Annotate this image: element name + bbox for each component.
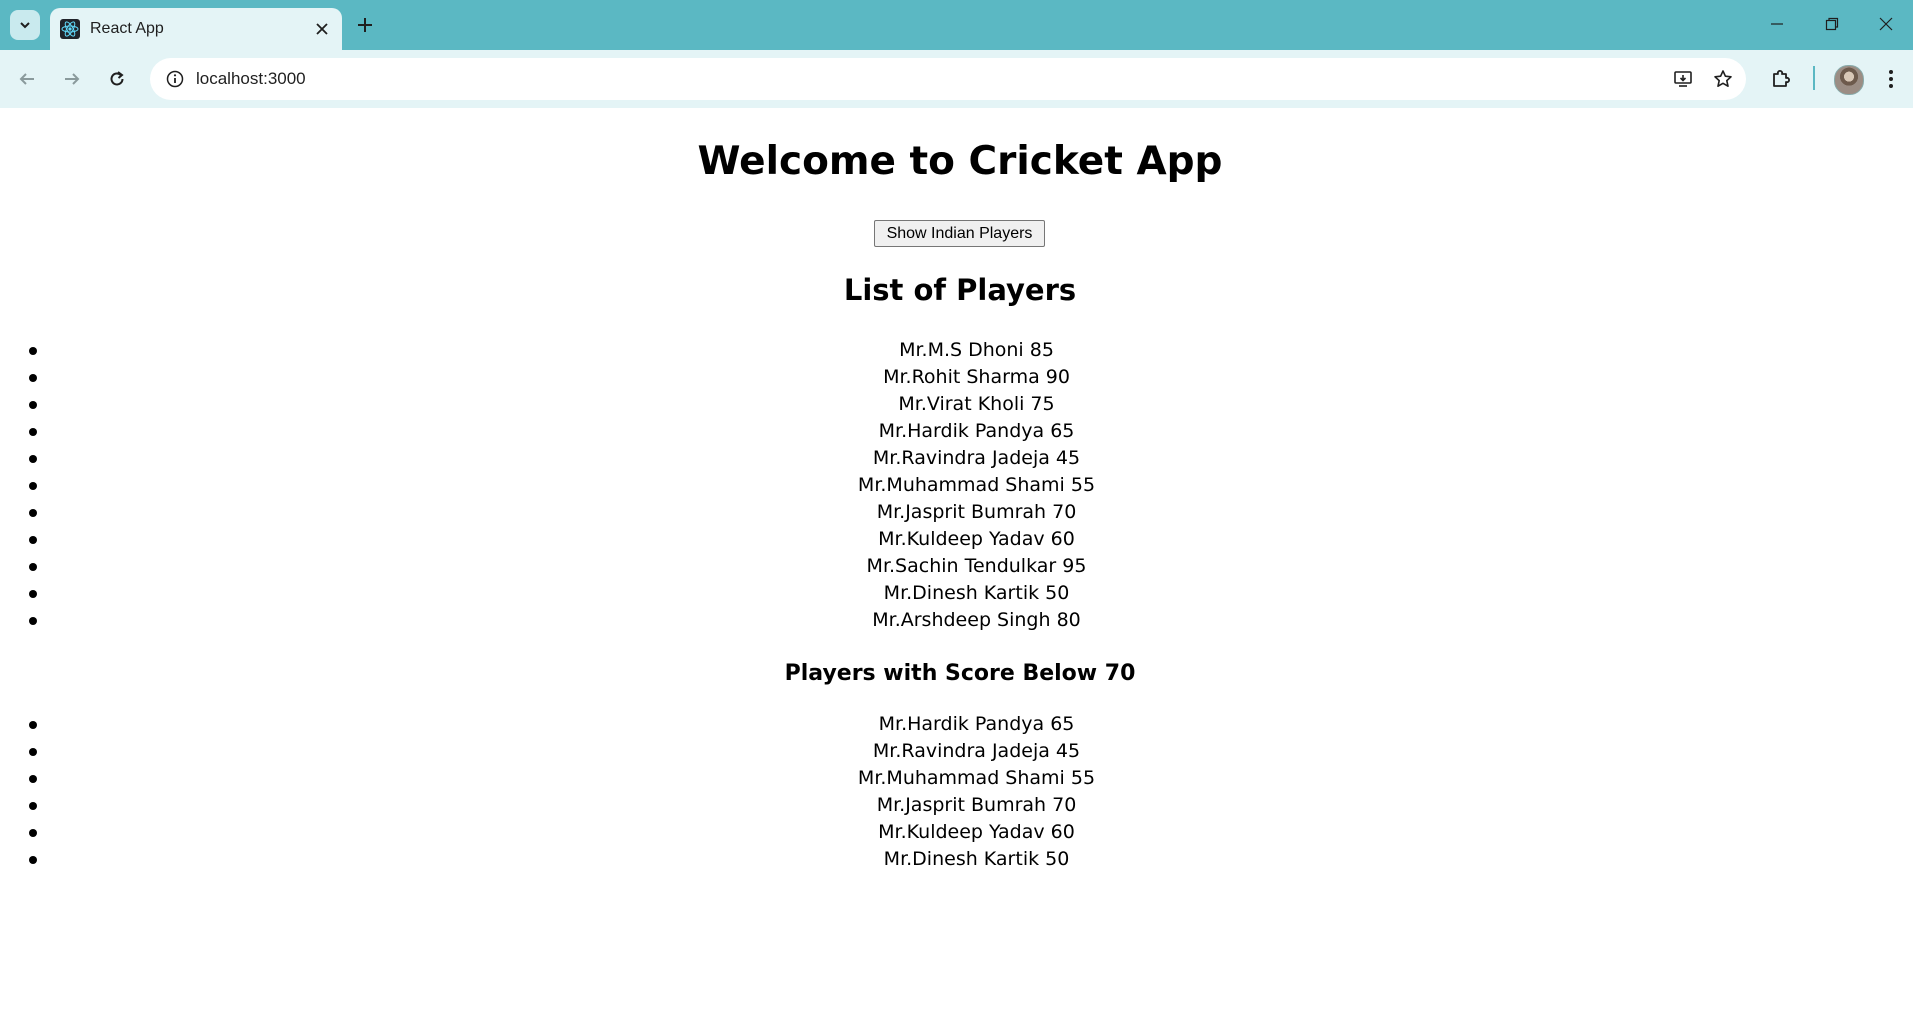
- arrow-right-icon: [65, 73, 80, 85]
- players-below-70-list: Mr.Hardik Pandya 65 Mr.Ravindra Jadeja 45…: [0, 711, 1913, 873]
- bullet-icon: [29, 748, 37, 756]
- bullet-icon: [29, 721, 37, 729]
- restore-icon: [1825, 17, 1839, 31]
- player-entry: Mr.Jasprit Bumrah 70: [876, 501, 1077, 523]
- list-item: Mr.Jasprit Bumrah 70: [29, 499, 1913, 526]
- bullet-icon: [29, 590, 37, 598]
- bullet-icon: [29, 802, 37, 810]
- arrow-left-icon: [19, 73, 34, 85]
- browser-menu-button[interactable]: [1874, 62, 1908, 96]
- player-entry: Mr.Hardik Pandya 65: [878, 713, 1075, 735]
- bullet-icon: [29, 829, 37, 837]
- list-item: Mr.Dinesh Kartik 50: [29, 580, 1913, 607]
- player-entry: Mr.Dinesh Kartik 50: [883, 848, 1070, 870]
- list-heading: List of Players: [843, 273, 1077, 307]
- player-entry: Mr.Sachin Tendulkar 95: [866, 555, 1087, 577]
- forward-button[interactable]: [55, 62, 89, 96]
- list-item: Mr.Ravindra Jadeja 45: [29, 738, 1913, 765]
- players-list: Mr.M.S Dhoni 85 Mr.Rohit Sharma 90 Mr.Vira…: [0, 337, 1913, 634]
- plus-icon: [358, 18, 372, 32]
- list-item: Mr.Muhammad Shami 55: [29, 765, 1913, 792]
- bullet-icon: [29, 428, 37, 436]
- profile-avatar[interactable]: [1834, 65, 1864, 95]
- bullet-icon: [29, 775, 37, 783]
- player-entry: Mr.Kuldeep Yadav 60: [878, 528, 1075, 550]
- list-item: Mr.Virat Kholi 75: [29, 391, 1913, 418]
- bullet-icon: [29, 374, 37, 382]
- bullet-icon: [29, 347, 37, 355]
- page-content: Welcome to Cricket App Show Indian Playe…: [0, 108, 1913, 1017]
- minimize-icon: [1771, 23, 1783, 25]
- chevron-down-icon: [20, 22, 30, 29]
- player-entry: Mr.Rohit Sharma 90: [883, 366, 1070, 388]
- list-item: Mr.Dinesh Kartik 50: [29, 846, 1913, 873]
- close-icon[interactable]: [312, 19, 332, 39]
- list-item: Mr.Ravindra Jadeja 45: [29, 445, 1913, 472]
- minimize-button[interactable]: [1750, 0, 1804, 48]
- player-entry: Mr.M.S Dhoni 85: [899, 339, 1054, 361]
- player-entry: Mr.Arshdeep Singh 80: [872, 609, 1081, 631]
- tab-search-button[interactable]: [10, 10, 40, 40]
- list-item: Mr.Arshdeep Singh 80: [29, 607, 1913, 634]
- player-entry: Mr.Kuldeep Yadav 60: [878, 821, 1075, 843]
- bullet-icon: [29, 509, 37, 517]
- url-text[interactable]: localhost:3000: [196, 58, 306, 100]
- bullet-icon: [29, 856, 37, 864]
- list-item: Mr.Sachin Tendulkar 95: [29, 553, 1913, 580]
- list-item: Mr.Hardik Pandya 65: [29, 711, 1913, 738]
- player-entry: Mr.Hardik Pandya 65: [878, 420, 1075, 442]
- list-item: Mr.Kuldeep Yadav 60: [29, 526, 1913, 553]
- browser-chrome: React App localhost:3000: [0, 0, 1913, 108]
- list-item: Mr.Hardik Pandya 65: [29, 418, 1913, 445]
- bullet-icon: [29, 563, 37, 571]
- tab-strip: React App: [0, 0, 1913, 50]
- list-item: Mr.Kuldeep Yadav 60: [29, 819, 1913, 846]
- tab-title: React App: [90, 20, 164, 37]
- player-entry: Mr.Ravindra Jadeja 45: [872, 447, 1081, 469]
- reload-icon: [110, 71, 124, 86]
- bullet-icon: [29, 455, 37, 463]
- extensions-button[interactable]: [1764, 62, 1798, 96]
- browser-toolbar: localhost:3000: [0, 50, 1913, 108]
- player-entry: Mr.Virat Kholi 75: [898, 393, 1055, 415]
- player-entry: Mr.Ravindra Jadeja 45: [872, 740, 1081, 762]
- puzzle-piece-icon: [1773, 70, 1790, 87]
- address-bar[interactable]: localhost:3000: [150, 58, 1746, 100]
- show-indian-players-button[interactable]: Show Indian Players: [874, 220, 1045, 247]
- player-entry: Mr.Jasprit Bumrah 70: [876, 794, 1077, 816]
- player-entry: Mr.Muhammad Shami 55: [857, 767, 1096, 789]
- list-item: Mr.M.S Dhoni 85: [29, 337, 1913, 364]
- reload-button[interactable]: [100, 62, 134, 96]
- toolbar-divider: [1813, 66, 1815, 90]
- tab-react-app[interactable]: React App: [50, 8, 342, 50]
- bullet-icon: [29, 401, 37, 409]
- list-item: Mr.Muhammad Shami 55: [29, 472, 1913, 499]
- list-item: Mr.Jasprit Bumrah 70: [29, 792, 1913, 819]
- bullet-icon: [29, 536, 37, 544]
- new-tab-button[interactable]: [350, 10, 380, 40]
- player-entry: Mr.Dinesh Kartik 50: [883, 582, 1070, 604]
- bullet-icon: [29, 482, 37, 490]
- back-button[interactable]: [10, 62, 44, 96]
- page-title: Welcome to Cricket App: [697, 139, 1223, 184]
- more-vertical-icon: [1889, 70, 1893, 88]
- list-item: Mr.Rohit Sharma 90: [29, 364, 1913, 391]
- close-icon: [1879, 17, 1893, 31]
- bookmark-star-icon[interactable]: [1708, 64, 1738, 94]
- below-70-heading: Players with Score Below 70: [784, 661, 1136, 686]
- site-info-icon[interactable]: [160, 64, 190, 94]
- window-close-button[interactable]: [1859, 0, 1913, 48]
- react-logo-icon: [60, 19, 80, 39]
- bullet-icon: [29, 617, 37, 625]
- player-entry: Mr.Muhammad Shami 55: [857, 474, 1096, 496]
- install-app-icon[interactable]: [1668, 64, 1698, 94]
- restore-button[interactable]: [1805, 0, 1859, 48]
